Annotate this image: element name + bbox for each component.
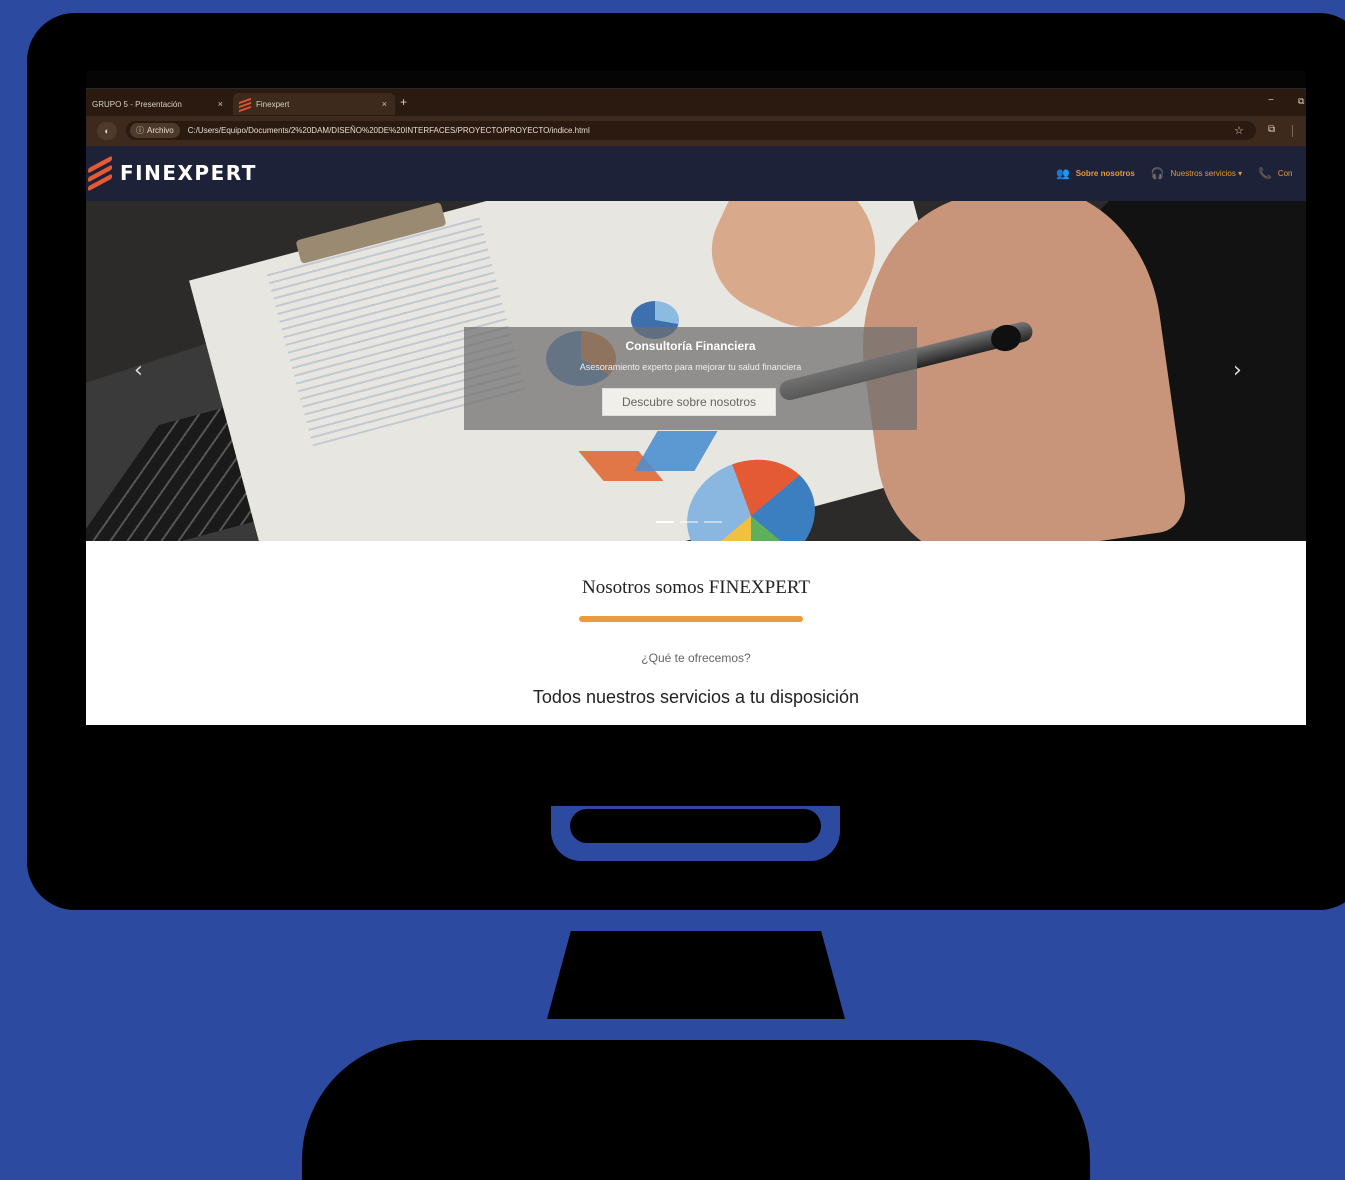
new-tab-button[interactable]: + xyxy=(400,95,407,109)
carousel-indicator[interactable] xyxy=(656,521,674,523)
site-navbar: FINEXPERT 👥 Sobre nosotros 🎧 Nuestros se… xyxy=(86,146,1306,202)
accent-divider xyxy=(579,616,803,622)
brand-logo[interactable]: FINEXPERT xyxy=(88,155,257,192)
bookmark-star-icon[interactable]: ☆ xyxy=(1234,124,1244,137)
about-title: Nosotros somos FINEXPERT xyxy=(582,577,810,598)
close-icon[interactable]: × xyxy=(218,99,223,109)
carousel-caption: Consultoría Financiera Asesoramiento exp… xyxy=(464,327,917,430)
nav-links: 👥 Sobre nosotros 🎧 Nuestros servicios ▾ … xyxy=(1056,167,1306,180)
tab-label: Finexpert xyxy=(256,99,290,109)
finexpert-favicon-icon xyxy=(239,97,251,113)
tab-label: GRUPO 5 - Presentación xyxy=(92,99,182,109)
toolbar-divider xyxy=(1292,125,1293,137)
nav-contacto[interactable]: 📞 Con xyxy=(1258,167,1292,180)
carousel-next-icon[interactable]: › xyxy=(1233,358,1242,383)
nav-label: Con xyxy=(1277,169,1293,178)
nav-nuestros-servicios[interactable]: 🎧 Nuestros servicios ▾ xyxy=(1151,167,1242,180)
about-section: Nosotros somos FINEXPERT ¿Qué te ofrecem… xyxy=(86,541,1306,725)
nav-sobre-nosotros[interactable]: 👥 Sobre nosotros xyxy=(1056,167,1135,180)
monitor-neck xyxy=(547,931,845,1019)
close-icon[interactable]: × xyxy=(382,99,387,109)
url-text[interactable]: C:/Users/Equipo/Documents/2%20DAM/DISEÑO… xyxy=(188,126,590,135)
window-minimize-button[interactable]: − xyxy=(1268,95,1274,106)
chip-label: Archivo xyxy=(147,126,174,135)
phone-icon: 📞 xyxy=(1258,168,1272,180)
nav-label: Sobre nosotros xyxy=(1075,169,1135,178)
carousel-title: Consultoría Financiera xyxy=(625,339,756,353)
services-heading: Todos nuestros servicios a tu disposició… xyxy=(532,687,860,707)
carousel-prev-icon[interactable]: ‹ xyxy=(134,358,143,383)
screen: GRUPO 5 - Presentación × Finexpert × + −… xyxy=(86,71,1306,725)
screen-top-bezel xyxy=(86,71,1306,89)
carousel-indicator[interactable] xyxy=(680,521,698,523)
cursor-icon[interactable]: ◐ xyxy=(97,122,117,140)
carousel-indicator[interactable] xyxy=(704,521,722,523)
carousel-indicators xyxy=(656,521,722,523)
monitor-base xyxy=(302,1040,1090,1180)
site-info-chip[interactable]: ⓘ Archivo xyxy=(130,123,180,138)
hero-carousel: Consultoría Financiera Asesoramiento exp… xyxy=(86,201,1306,541)
users-icon: 👥 xyxy=(1056,168,1070,180)
offer-kicker: ¿Qué te ofrecemos? xyxy=(641,651,751,665)
tab-grupo5[interactable]: GRUPO 5 - Presentación × xyxy=(86,93,231,115)
finexpert-logo-icon xyxy=(88,155,114,192)
browser-tab-bar: GRUPO 5 - Presentación × Finexpert × + −… xyxy=(86,89,1306,116)
nav-label: Nuestros servicios ▾ xyxy=(1170,169,1243,178)
window-maximize-button[interactable]: ⧉ xyxy=(1298,96,1304,107)
browser-address-bar: ◐ ⓘ Archivo C:/Users/Equipo/Documents/2%… xyxy=(86,116,1306,146)
tab-finexpert[interactable]: Finexpert × xyxy=(233,93,395,115)
brand-name: FINEXPERT xyxy=(120,161,257,185)
carousel-subtitle: Asesoramiento experto para mejorar tu sa… xyxy=(579,362,802,372)
discover-button[interactable]: Descubre sobre nosotros xyxy=(602,388,776,416)
info-icon: ⓘ xyxy=(136,126,144,135)
extensions-icon[interactable]: ⧉ xyxy=(1268,124,1275,135)
monitor-slot-inner xyxy=(570,809,821,843)
headset-icon: 🎧 xyxy=(1150,168,1165,180)
omnibox[interactable]: ⓘ Archivo C:/Users/Equipo/Documents/2%20… xyxy=(126,121,1256,140)
monitor-slot xyxy=(551,806,840,861)
